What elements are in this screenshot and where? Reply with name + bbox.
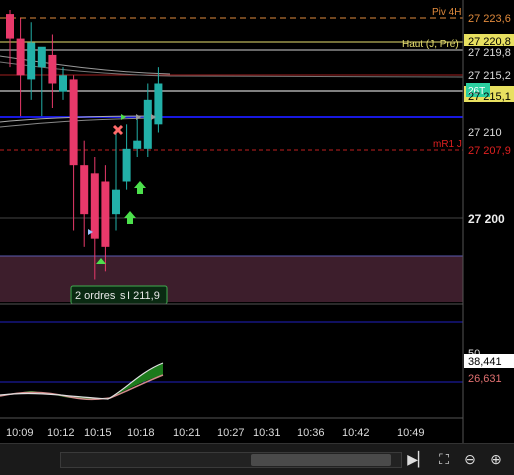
candle-body[interactable] <box>90 173 99 239</box>
chart-toolbar: ▶▏ ⛶ ⊖ ⊕ <box>0 443 514 475</box>
candle-body[interactable] <box>143 99 152 149</box>
scroll-end-icon[interactable]: ▶▏ <box>407 449 429 469</box>
time-label: 10:36 <box>297 427 325 439</box>
candle-body[interactable] <box>48 54 57 84</box>
time-label: 10:21 <box>173 427 201 439</box>
time-label: 10:49 <box>397 427 425 439</box>
order-count-label: 2 ordres <box>75 290 116 302</box>
zoom-in-icon[interactable]: ⊕ <box>486 449 506 469</box>
time-label: 10:27 <box>217 427 245 439</box>
order-suffix: s <box>120 290 126 302</box>
candle-body[interactable] <box>101 181 110 247</box>
last-price-tag: 26T 27 215,1 <box>464 83 514 103</box>
support-zone <box>0 256 463 302</box>
candle-body[interactable] <box>112 189 120 215</box>
svg-text:27 219,8: 27 219,8 <box>468 47 511 59</box>
time-label: 10:31 <box>253 427 281 439</box>
time-label: 10:15 <box>84 427 112 439</box>
svg-text:27 223,6: 27 223,6 <box>468 13 511 25</box>
white2-price-tag: 27 219,8 <box>464 46 514 59</box>
svg-text:38,441: 38,441 <box>468 356 502 368</box>
candle-body[interactable] <box>59 75 67 92</box>
osc-value-tag-1: 38,441 <box>464 354 514 368</box>
time-scrollbar[interactable] <box>60 452 402 468</box>
piv4h-price-tag: 27 223,6 <box>464 11 514 25</box>
mr1-label: mR1 J <box>433 139 462 150</box>
candle-body[interactable] <box>27 42 36 80</box>
candle-body[interactable] <box>37 46 46 68</box>
candle-body[interactable] <box>154 83 163 125</box>
time-label: 10:12 <box>47 427 75 439</box>
haut-label: Haut (J, Pré) <box>402 39 459 50</box>
red-price-tag: 27 215,2 <box>464 68 514 82</box>
haut-price-tag: 27 220,8 <box>464 34 514 48</box>
mr1-price-tag: 27 207,9 <box>464 143 514 157</box>
time-axis: 10:09 10:12 10:15 10:18 10:21 10:27 10:3… <box>6 427 425 439</box>
candle-body[interactable] <box>69 79 78 166</box>
scrollbar-thumb[interactable] <box>251 454 391 466</box>
svg-text:26,631: 26,631 <box>468 373 502 385</box>
price-tick-27210: 27 210 <box>468 127 502 139</box>
time-label: 10:18 <box>127 427 155 439</box>
order-price: I 211,9 <box>127 290 160 302</box>
candle-body[interactable] <box>122 148 131 182</box>
zoom-out-icon[interactable]: ⊖ <box>460 449 480 469</box>
zoom-fit-icon[interactable]: ⛶ <box>434 449 454 469</box>
candle-body[interactable] <box>16 38 25 76</box>
time-label: 10:42 <box>342 427 370 439</box>
candle-body[interactable] <box>133 140 142 149</box>
trading-chart[interactable]: 2 ordres s I 211,9 Piv 4H Haut (J, Pré) … <box>0 0 514 474</box>
candle-body[interactable] <box>80 165 89 215</box>
price-tick-27200: 27 200 <box>468 212 505 226</box>
osc-value-tag-2: 26,631 <box>464 371 514 385</box>
time-label: 10:09 <box>6 427 34 439</box>
piv4h-label: Piv 4H <box>432 7 461 18</box>
order-marker[interactable]: 2 ordres s I 211,9 <box>70 285 168 305</box>
svg-text:27 215,2: 27 215,2 <box>468 70 511 82</box>
candle-body[interactable] <box>6 14 14 39</box>
svg-text:27 215,1: 27 215,1 <box>468 91 511 103</box>
svg-text:27 207,9: 27 207,9 <box>468 145 511 157</box>
